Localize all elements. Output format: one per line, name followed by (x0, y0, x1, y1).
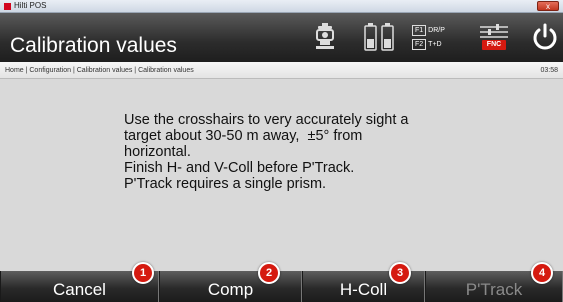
callout-badge-2: 2 (258, 262, 280, 284)
callout-badge-3: 3 (389, 262, 411, 284)
breadcrumb-bar: Home | Configuration | Calibration value… (0, 62, 563, 79)
fnc-icon[interactable]: FNC (475, 19, 513, 55)
face-key-2: F2 (412, 38, 427, 50)
message-line: target about 30-50 m away, ±5° from (124, 128, 363, 144)
face-mode-icon[interactable]: F1 DR/P F2 T+D (412, 19, 458, 55)
comp-button-label: Comp (207, 280, 254, 299)
window-titlebar: Hilti POS x (0, 0, 563, 13)
message-line: Finish H- and V-Coll before P'Track. (124, 160, 355, 176)
softkey-bar: Cancel Comp H-Coll P'Track (0, 271, 563, 302)
window-title: Hilti POS (14, 1, 47, 10)
battery-icon[interactable] (363, 19, 397, 55)
clock: 03:58 (540, 67, 558, 74)
instruction-message: Use the crosshairs to very accurately si… (124, 112, 504, 192)
message-line: Use the crosshairs to very accurately si… (124, 112, 409, 128)
callout-badge-1: 1 (132, 262, 154, 284)
p-track-button-label: P'Track (465, 280, 523, 299)
app-logo-icon (4, 3, 11, 10)
breadcrumb: Home | Configuration | Calibration value… (5, 67, 194, 74)
content-area: Use the crosshairs to very accurately si… (0, 79, 563, 271)
fnc-label: FNC (481, 40, 507, 50)
cancel-button-label: Cancel (53, 280, 106, 299)
window-close-button[interactable]: x (537, 1, 559, 11)
comp-button[interactable]: Comp (159, 271, 302, 302)
page-title: Calibration values (10, 34, 177, 57)
instrument-icon[interactable] (311, 19, 339, 55)
face-label-1: DR/P (428, 26, 445, 34)
power-icon[interactable] (530, 19, 560, 55)
callout-badge-4: 4 (531, 262, 553, 284)
face-label-2: T+D (428, 40, 442, 48)
message-line: horizontal. (124, 144, 191, 160)
app-header: Calibration values F1 DR/P F2 T+D FNC (0, 13, 563, 62)
message-line: P'Track requires a single prism. (124, 176, 327, 192)
face-key-1: F1 (412, 24, 427, 36)
h-coll-button-label: H-Coll (339, 280, 388, 299)
